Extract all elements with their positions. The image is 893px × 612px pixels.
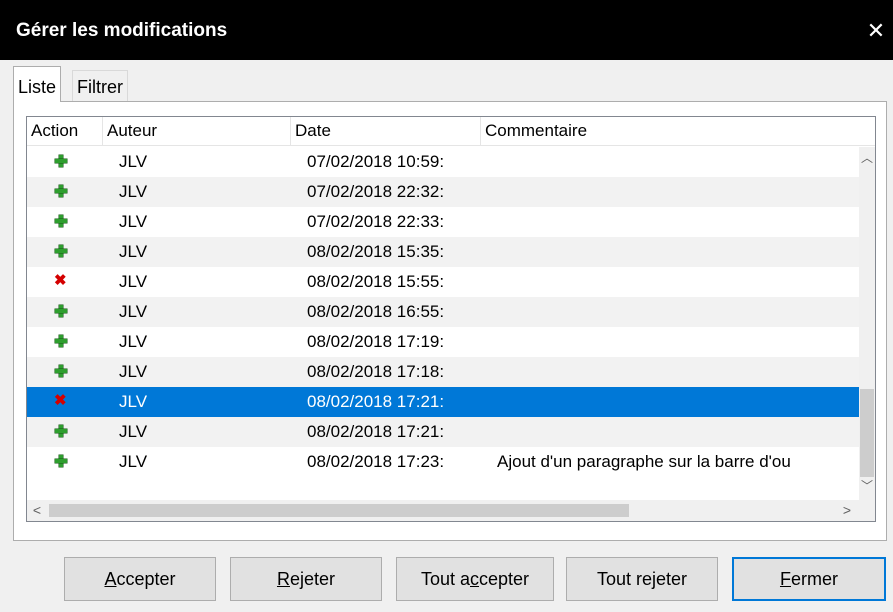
row-author: JLV xyxy=(119,332,148,351)
reject-all-label-pre: Tout re xyxy=(596,569,652,589)
row-comment xyxy=(497,207,859,237)
row-author: JLV xyxy=(119,452,148,471)
row-date: 08/02/2018 17:19: xyxy=(307,332,445,351)
row-comment xyxy=(497,147,859,177)
red-cross-icon: ✖ xyxy=(54,392,67,409)
table-row[interactable]: JLV 08/02/2018 17:23: Ajout d'un paragraph… xyxy=(27,447,859,477)
row-author: JLV xyxy=(119,152,148,171)
green-plus-icon xyxy=(55,215,69,229)
green-plus-icon xyxy=(55,335,69,349)
accept-mnemonic: A xyxy=(104,569,117,589)
row-date: 08/02/2018 17:18: xyxy=(307,362,445,381)
table-row[interactable]: JLV 08/02/2018 16:55: xyxy=(27,297,859,327)
row-author: JLV xyxy=(119,182,148,201)
row-author: JLV xyxy=(119,422,148,441)
row-date: 08/02/2018 15:35: xyxy=(307,242,445,261)
table-row[interactable]: JLV 07/02/2018 22:33: xyxy=(27,207,859,237)
reject-all-label-post: eter xyxy=(656,569,688,589)
accept-label: ccepter xyxy=(116,569,176,589)
red-cross-icon: ✖ xyxy=(54,272,67,289)
accept-all-mnemonic: c xyxy=(470,569,479,589)
row-author: JLV xyxy=(119,362,148,381)
row-date: 07/02/2018 10:59: xyxy=(307,152,445,171)
row-date: 07/02/2018 22:32: xyxy=(307,182,445,201)
column-header-author[interactable]: Auteur xyxy=(103,117,291,145)
vertical-scroll-thumb[interactable] xyxy=(860,389,874,477)
green-plus-icon xyxy=(55,425,69,439)
list-header: Action Auteur Date Commentaire xyxy=(27,117,875,146)
table-row[interactable]: JLV 08/02/2018 17:21: xyxy=(27,417,859,447)
close-icon[interactable]: ✕ xyxy=(859,14,893,48)
row-date: 08/02/2018 16:55: xyxy=(307,302,445,321)
green-plus-icon xyxy=(55,245,69,259)
accept-all-label-pre: Tout a xyxy=(420,569,470,589)
row-author: JLV xyxy=(119,302,148,321)
row-date: 08/02/2018 15:55: xyxy=(307,272,445,291)
reject-all-button[interactable]: Tout rejeter xyxy=(566,557,718,601)
window-title: Gérer les modifications xyxy=(16,20,228,41)
row-date: 08/02/2018 17:21: xyxy=(307,392,445,411)
reject-label: ejeter xyxy=(289,569,336,589)
scroll-up-icon[interactable]: ︿ xyxy=(859,149,875,166)
table-row[interactable]: ✖ JLV 08/02/2018 17:21: xyxy=(27,387,859,417)
accept-button[interactable]: Accepter xyxy=(64,557,216,601)
scrollbar-corner xyxy=(859,500,875,521)
horizontal-scrollbar[interactable]: < > xyxy=(27,500,859,521)
table-row[interactable]: JLV 08/02/2018 15:35: xyxy=(27,237,859,267)
column-header-comment[interactable]: Commentaire xyxy=(481,117,875,145)
close-mnemonic: F xyxy=(779,569,791,589)
column-header-date[interactable]: Date xyxy=(291,117,481,145)
table-row[interactable]: JLV 07/02/2018 10:59: xyxy=(27,147,859,177)
tab-filtrer[interactable]: Filtrer xyxy=(72,70,128,102)
table-row[interactable]: JLV 08/02/2018 17:19: xyxy=(27,327,859,357)
table-row[interactable]: JLV 07/02/2018 22:32: xyxy=(27,177,859,207)
row-comment xyxy=(497,327,859,357)
column-header-action[interactable]: Action xyxy=(27,117,103,145)
scroll-right-icon[interactable]: > xyxy=(837,500,857,521)
green-plus-icon xyxy=(55,155,69,169)
row-date: 08/02/2018 17:21: xyxy=(307,422,445,441)
row-author: JLV xyxy=(119,212,148,231)
row-comment xyxy=(497,177,859,207)
dialog-client: Liste Filtrer Action Auteur Date Comment… xyxy=(0,60,893,612)
accept-all-label-post: cepter xyxy=(479,569,530,589)
row-comment xyxy=(497,297,859,327)
row-author: JLV xyxy=(119,242,148,261)
close-label: ermer xyxy=(790,569,838,589)
row-comment xyxy=(497,267,859,297)
green-plus-icon xyxy=(55,185,69,199)
titlebar: Gérer les modifications ✕ xyxy=(0,0,893,60)
changes-list[interactable]: Action Auteur Date Commentaire JLV 07/02/… xyxy=(26,116,876,522)
tab-liste[interactable]: Liste xyxy=(13,66,62,102)
scroll-down-icon[interactable]: ﹀ xyxy=(859,477,875,494)
reject-button[interactable]: Rejeter xyxy=(230,557,382,601)
vertical-scrollbar[interactable]: ︿ ﹀ xyxy=(859,147,875,521)
close-button[interactable]: Fermer xyxy=(732,557,886,601)
row-comment xyxy=(497,237,859,267)
horizontal-scroll-thumb[interactable] xyxy=(49,504,629,517)
row-author: JLV xyxy=(119,392,148,411)
row-date: 07/02/2018 22:33: xyxy=(307,212,445,231)
row-comment xyxy=(497,357,859,387)
scroll-left-icon[interactable]: < xyxy=(27,500,47,521)
tab-panel: Action Auteur Date Commentaire JLV 07/02/… xyxy=(13,101,887,541)
accept-all-button[interactable]: Tout accepter xyxy=(396,557,554,601)
green-plus-icon xyxy=(55,305,69,319)
row-comment: Ajout d'un paragraphe sur la barre d'ou xyxy=(497,452,791,471)
row-comment xyxy=(497,387,859,417)
table-row[interactable]: ✖ JLV 08/02/2018 15:55: xyxy=(27,267,859,297)
row-author: JLV xyxy=(119,272,148,291)
row-comment xyxy=(497,417,859,447)
green-plus-icon xyxy=(55,455,69,469)
reject-mnemonic: R xyxy=(276,569,290,589)
green-plus-icon xyxy=(55,365,69,379)
table-row[interactable]: JLV 08/02/2018 17:18: xyxy=(27,357,859,387)
row-date: 08/02/2018 17:23: xyxy=(307,452,445,471)
